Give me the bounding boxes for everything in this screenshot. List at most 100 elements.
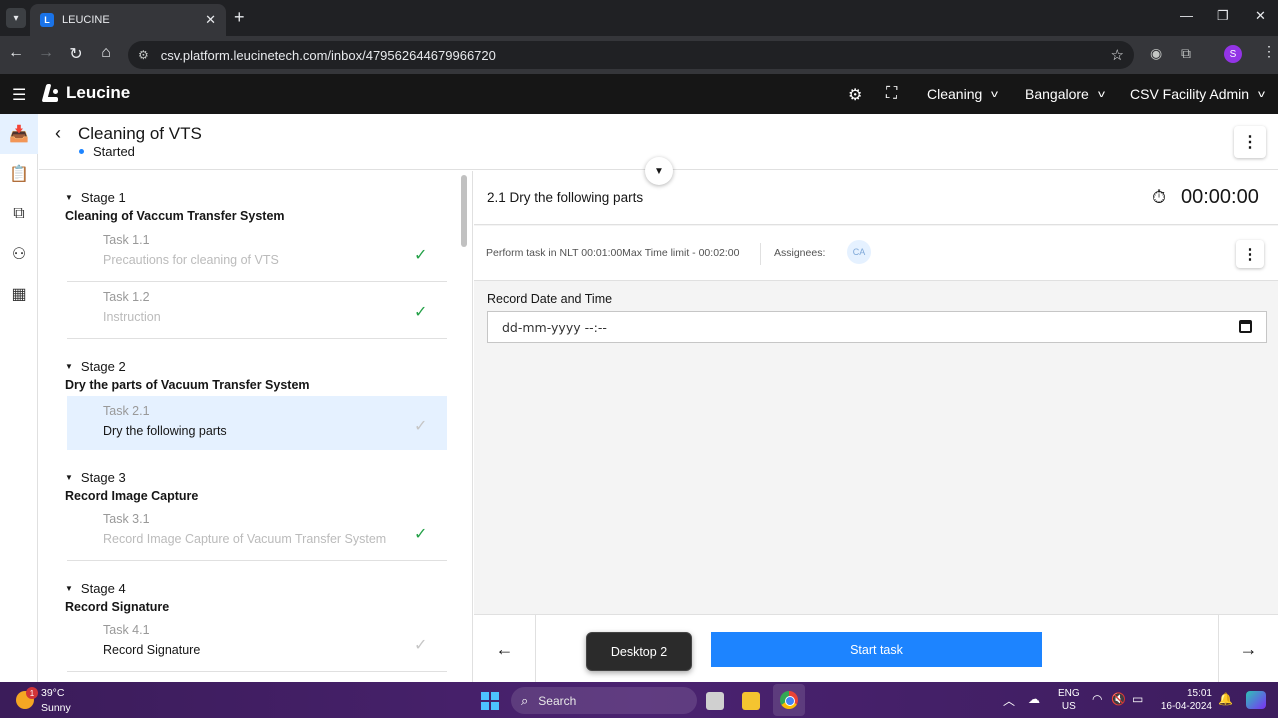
forward-icon[interactable]: →	[35, 44, 57, 62]
caret-down-icon[interactable]: ▼	[65, 362, 73, 371]
job-more-options-icon[interactable]: ⋮	[1234, 126, 1266, 158]
clock[interactable]: 15:01 16-04-2024	[1160, 687, 1212, 713]
task-item-4-1[interactable]: Task 4.1 Record Signature ✓	[67, 615, 447, 672]
back-icon[interactable]: ←	[5, 44, 27, 62]
tab-title: LEUCINE	[62, 14, 110, 26]
task-meta-bar: Perform task in NLT 00:01:00Max Time lim…	[474, 226, 1278, 281]
caret-down-icon[interactable]: ▼	[65, 584, 73, 593]
calendar-icon[interactable]	[1239, 320, 1252, 333]
onedrive-cloud-icon[interactable]: ☁	[1028, 692, 1040, 706]
chrome-icon[interactable]	[780, 691, 798, 709]
status-dot-icon	[79, 149, 84, 154]
leucine-favicon-icon: L	[40, 13, 54, 27]
stage-3[interactable]: ▼ Stage 3 Record Image Capture	[65, 470, 198, 503]
wifi-icon[interactable]: ◠	[1092, 692, 1102, 706]
weather-badge: 1	[26, 687, 38, 699]
date-time-input[interactable]: dd-mm-yyyy --:--	[487, 311, 1267, 343]
tab-search-chevron-icon[interactable]: ▾	[6, 8, 26, 28]
profile-avatar[interactable]: S	[1224, 45, 1242, 63]
task-name: Precautions for cleaning of VTS	[103, 253, 279, 267]
leucine-logo[interactable]: Leucine	[40, 83, 130, 103]
nav-rail: 📥 📋 ⧉ ⚇ ▦	[0, 114, 38, 682]
search-label: Search	[538, 693, 577, 708]
stage-name: Dry the parts of Vacuum Transfer System	[65, 378, 310, 392]
checkmark-icon: ✓	[414, 304, 428, 321]
language-indicator[interactable]: ENG US	[1058, 687, 1080, 713]
use-case-dropdown[interactable]: Cleaning v	[927, 86, 998, 102]
task-item-2-1[interactable]: Task 2.1 Dry the following parts ✓	[67, 396, 447, 450]
facility-dropdown[interactable]: Bangalore v	[1025, 86, 1105, 102]
windows-start-icon[interactable]	[481, 692, 499, 710]
date-placeholder: dd-mm-yyyy --:--	[502, 319, 607, 335]
divider	[760, 243, 761, 265]
reload-icon[interactable]: ↻	[65, 44, 87, 64]
page-title: Cleaning of VTS	[78, 124, 202, 143]
omnibox[interactable]: ⚙ csv.platform.leucinetech.com/inbox/479…	[128, 41, 1134, 69]
home-icon[interactable]: ⌂	[95, 44, 117, 62]
back-arrow-icon[interactable]: ‹	[55, 123, 61, 144]
file-explorer-icon[interactable]	[742, 692, 760, 710]
stage-name: Cleaning of Vaccum Transfer System	[65, 209, 285, 223]
inbox-icon[interactable]: 📥	[0, 114, 38, 154]
camera-icon[interactable]: ◉	[1150, 45, 1162, 62]
process-icon[interactable]: ⧉	[0, 194, 38, 234]
start-task-button[interactable]: Start task	[711, 632, 1042, 667]
checklist-icon[interactable]: 📋	[0, 154, 38, 194]
ontology-icon[interactable]: ⚇	[0, 234, 38, 274]
reports-icon[interactable]: ▦	[0, 274, 38, 314]
task-item-3-1[interactable]: Task 3.1 Record Image Capture of Vacuum …	[67, 504, 447, 561]
stage-2[interactable]: ▼ Stage 2 Dry the parts of Vacuum Transfe…	[65, 359, 310, 392]
restore-icon[interactable]: ❐	[1217, 8, 1229, 24]
weather-temperature: 39°C	[41, 687, 65, 699]
status-text: Started	[93, 144, 135, 159]
user-role-dropdown[interactable]: CSV Facility Admin v	[1130, 86, 1265, 102]
site-info-icon[interactable]: ⚙	[138, 48, 149, 62]
volume-muted-icon[interactable]: 🔇	[1111, 692, 1126, 706]
task-number: Task 4.1	[103, 623, 150, 637]
minimize-icon[interactable]: —	[1180, 8, 1193, 23]
search-icon: ⌕	[521, 692, 529, 708]
new-tab-icon[interactable]: +	[234, 7, 245, 28]
clock-time: 15:01	[1186, 688, 1212, 699]
notification-bell-icon[interactable]: 🔔	[1218, 692, 1233, 706]
task-header: 2.1 Dry the following parts ⏱ 00:00:00	[474, 171, 1278, 225]
stage-1[interactable]: ▼ Stage 1 Cleaning of Vaccum Transfer Sys…	[65, 190, 285, 223]
task-view-icon[interactable]	[706, 692, 724, 710]
task-more-options-icon[interactable]: ⋮	[1236, 240, 1264, 268]
copilot-icon[interactable]	[1246, 691, 1266, 709]
task-heading: 2.1 Dry the following parts	[487, 190, 644, 205]
window-close-icon[interactable]: ✕	[1255, 8, 1266, 24]
caret-down-icon[interactable]: ▼	[65, 473, 73, 482]
task-name: Dry the following parts	[103, 424, 227, 438]
task-list-scrollbar[interactable]	[461, 175, 467, 247]
settings-gear-icon[interactable]: ⚙	[848, 85, 862, 105]
tab-close-icon[interactable]: ✕	[205, 12, 216, 28]
browser-tab[interactable]: L LEUCINE ✕	[30, 4, 226, 36]
status-badge: Started	[79, 144, 135, 159]
user-role-label: CSV Facility Admin	[1130, 86, 1250, 102]
scanner-icon[interactable]: ⛶	[886, 85, 897, 103]
extensions-icon[interactable]: ⧉	[1181, 45, 1191, 62]
task-item-1-2[interactable]: Task 1.2 Instruction ✓	[67, 282, 447, 339]
task-list-panel[interactable]: ▼ Stage 1 Cleaning of Vaccum Transfer Sys…	[39, 171, 473, 682]
stage-4[interactable]: ▼ Stage 4 Record Signature	[65, 581, 169, 614]
caret-down-icon[interactable]: ▼	[65, 193, 73, 202]
url-text[interactable]: csv.platform.leucinetech.com/inbox/47956…	[161, 48, 1111, 63]
taskbar-search[interactable]: ⌕ Search	[511, 687, 697, 714]
task-item-1-1[interactable]: Task 1.1 Precautions for cleaning of VTS…	[67, 225, 447, 282]
show-hidden-icons-chevron-icon[interactable]: ︿	[1003, 692, 1015, 709]
stage-label: Stage 3	[80, 470, 126, 485]
task-detail-panel: 2.1 Dry the following parts ⏱ 00:00:00 P…	[474, 171, 1278, 614]
stage-label: Stage 1	[80, 190, 126, 205]
bookmark-star-icon[interactable]: ☆	[1111, 46, 1124, 64]
checkmark-icon: ✓	[414, 247, 428, 264]
assignee-avatar[interactable]: CA	[847, 240, 871, 264]
chrome-menu-icon[interactable]: ⋮	[1262, 43, 1276, 60]
previous-task-arrow-icon[interactable]: ←	[474, 615, 536, 683]
stage-name: Record Signature	[65, 600, 170, 614]
collapse-header-chevron-icon[interactable]: ▼	[645, 157, 673, 185]
weather-condition: Sunny	[41, 702, 71, 714]
next-task-arrow-icon[interactable]: →	[1218, 615, 1278, 683]
battery-icon[interactable]: ▭	[1132, 692, 1143, 706]
hamburger-menu-icon[interactable]: ☰	[12, 85, 26, 105]
